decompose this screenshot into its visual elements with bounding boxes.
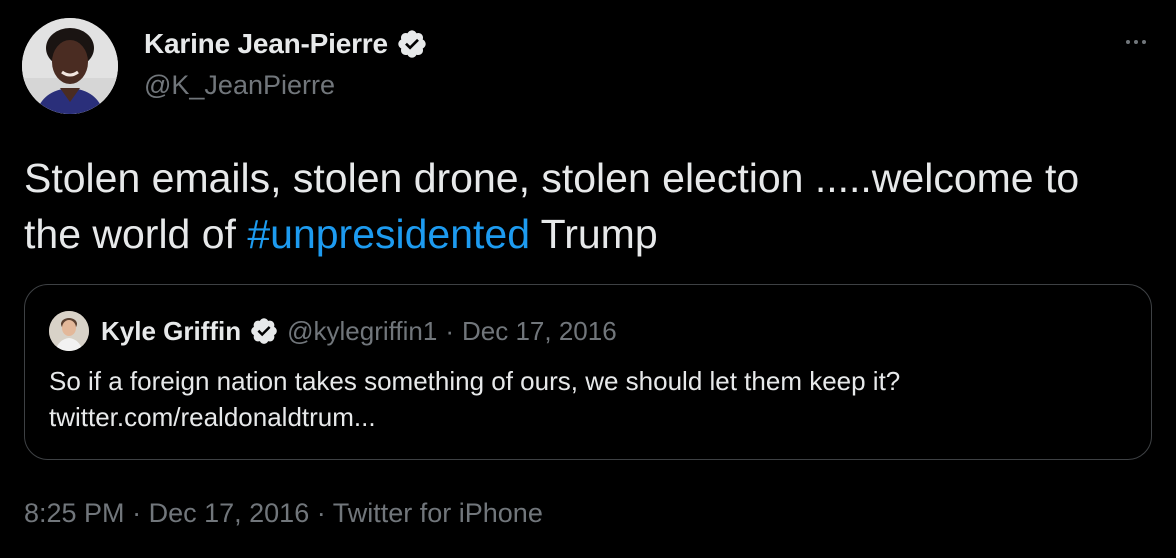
quote-body: So if a foreign nation takes something o… [49, 366, 901, 396]
hashtag-link[interactable]: #unpresidented [247, 211, 530, 257]
author-name[interactable]: Karine Jean-Pierre [144, 28, 388, 60]
quote-header: Kyle Griffin @kylegriffin1 · Dec 17, 201… [49, 311, 617, 351]
more-horizontal-icon [1124, 40, 1148, 44]
avatar-image [22, 18, 118, 114]
tweet-time-link[interactable]: 8:25 PM · Dec 17, 2016 [24, 498, 309, 528]
quote-separator: · [445, 315, 455, 346]
tweet-date: Dec 17, 2016 [148, 498, 310, 528]
tweet: Karine Jean-Pierre @K_JeanPierre Stolen … [0, 0, 1176, 558]
verified-badge-icon [251, 318, 277, 344]
quote-date: Dec 17, 2016 [462, 315, 617, 346]
more-options-button[interactable] [1118, 30, 1154, 54]
quote-tweet-card[interactable]: Kyle Griffin @kylegriffin1 · Dec 17, 201… [24, 284, 1152, 460]
tweet-meta: 8:25 PM · Dec 17, 2016 · Twitter for iPh… [24, 498, 543, 529]
verified-badge-icon [398, 30, 426, 58]
quote-link[interactable]: twitter.com/realdonaldtrum... [49, 399, 1129, 435]
tweet-text: Stolen emails, stolen drone, stolen elec… [24, 150, 1144, 262]
author-avatar[interactable] [22, 18, 118, 114]
quote-author-handle: @kylegriffin1 [287, 315, 438, 346]
tweet-text-after: Trump [530, 211, 658, 257]
tweet-source-link[interactable]: Twitter for iPhone [333, 498, 543, 528]
quote-author-name: Kyle Griffin [101, 315, 242, 346]
quote-text: So if a foreign nation takes something o… [49, 363, 1129, 435]
quote-avatar [49, 311, 89, 351]
tweet-time: 8:25 PM [24, 498, 125, 528]
author-handle[interactable]: @K_JeanPierre [144, 70, 335, 101]
author-name-row: Karine Jean-Pierre [144, 28, 428, 60]
meta-separator: · [132, 498, 142, 528]
meta-separator: · [316, 498, 326, 528]
quote-avatar-image [49, 311, 89, 351]
